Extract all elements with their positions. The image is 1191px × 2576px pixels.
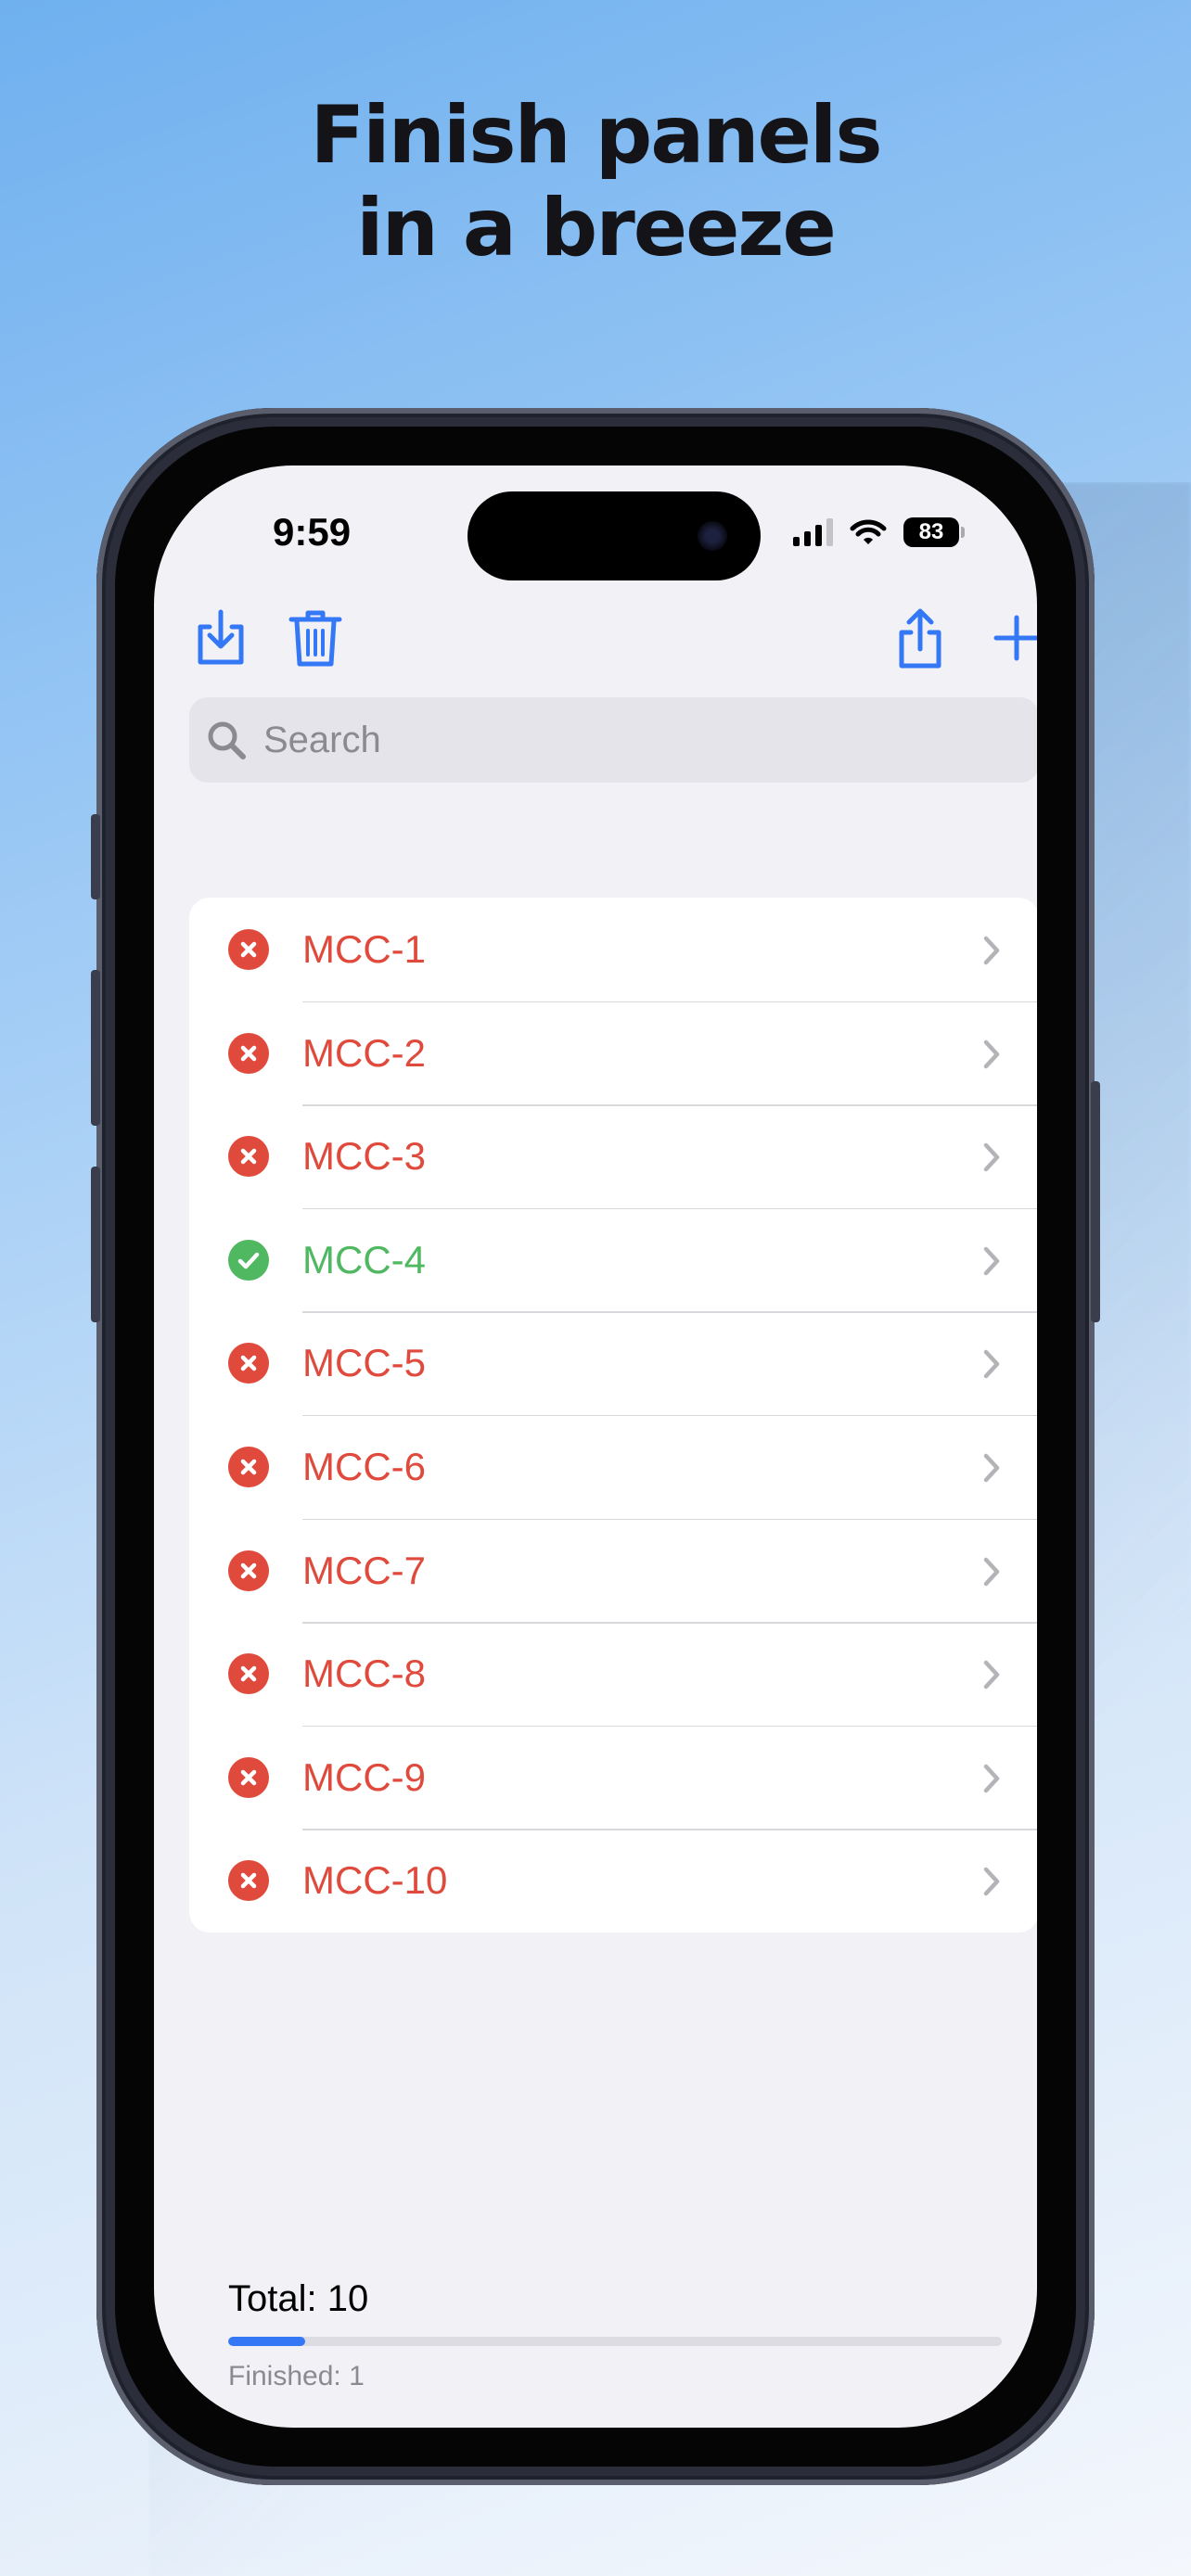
panel-label: MCC-5 (302, 1341, 426, 1385)
xmark-circle-icon (228, 1653, 269, 1695)
tray-arrow-down-icon (198, 609, 244, 665)
panel-label: MCC-10 (302, 1858, 448, 1903)
add-button[interactable] (987, 605, 1037, 671)
chevron-right-icon (983, 1142, 1000, 1172)
status-time: 9:59 (273, 510, 352, 554)
status-indicators: 83 (793, 514, 965, 551)
headline-line-1: Finish panels (310, 89, 882, 182)
import-button[interactable] (191, 605, 250, 671)
chevron-right-icon (983, 1039, 1000, 1068)
xmark-circle-icon (228, 1549, 269, 1591)
xmark-circle-icon (228, 1756, 269, 1798)
list-item[interactable]: MCC-6 (189, 1414, 1037, 1519)
chevron-right-icon (983, 1868, 1000, 1896)
plus-icon (993, 615, 1037, 661)
panel-label: MCC-1 (302, 927, 426, 971)
chevron-right-icon (983, 936, 1000, 965)
xmark-circle-icon (228, 1446, 269, 1487)
chevron-right-icon (983, 1660, 1000, 1690)
chevron-right-icon (983, 1764, 1000, 1792)
checkmark-circle-icon (228, 1239, 269, 1281)
panel-label: MCC-4 (302, 1237, 426, 1282)
list-item[interactable]: MCC-1 (189, 898, 1037, 1001)
cellular-signal-icon (793, 518, 833, 546)
panel-label: MCC-8 (302, 1651, 426, 1696)
panel-label: MCC-9 (302, 1754, 426, 1799)
xmark-circle-icon (228, 1343, 269, 1384)
dynamic-island (467, 491, 761, 580)
action-button (91, 814, 100, 899)
screen: 9:59 83 Search MCC-1 MCC-2 MCC-3 MCC-4 M… (154, 465, 1037, 2428)
panel-list: MCC-1 MCC-2 MCC-3 MCC-4 MCC-5 MCC-6 MCC-7 MCC-8… (189, 898, 1037, 1932)
bezel: 9:59 83 Search MCC-1 MCC-2 MCC-3 MCC-4 M… (115, 427, 1076, 2467)
share-button[interactable] (890, 605, 950, 671)
battery-icon: 83 (903, 517, 965, 547)
headline: Finish panels in a breeze (0, 89, 1191, 274)
search-input[interactable]: Search (189, 697, 1037, 783)
total-count: Total: 10 (228, 2278, 369, 2319)
delete-button[interactable] (286, 605, 345, 671)
power-button (1091, 1081, 1100, 1322)
wifi-icon (850, 519, 887, 544)
headline-line-2: in a breeze (356, 182, 837, 274)
search-placeholder: Search (263, 720, 381, 760)
finished-count: Finished: 1 (228, 2361, 365, 2391)
chevron-right-icon (983, 1350, 1000, 1379)
share-icon (899, 608, 941, 669)
list-item[interactable]: MCC-9 (189, 1725, 1037, 1830)
xmark-circle-icon (228, 929, 269, 970)
search-icon (208, 721, 246, 759)
trash-icon (288, 610, 342, 667)
panel-label: MCC-2 (302, 1030, 426, 1075)
list-item[interactable]: MCC-2 (189, 1001, 1037, 1105)
panel-label: MCC-6 (302, 1444, 426, 1488)
list-item[interactable]: MCC-5 (189, 1311, 1037, 1415)
volume-down-button (91, 1167, 100, 1322)
list-item[interactable]: MCC-4 (189, 1207, 1037, 1312)
chevron-right-icon (983, 1557, 1000, 1586)
xmark-circle-icon (228, 1860, 269, 1902)
chevron-right-icon (983, 1453, 1000, 1483)
list-item[interactable]: MCC-10 (189, 1829, 1037, 1932)
list-item[interactable]: MCC-8 (189, 1622, 1037, 1726)
progress-fill (228, 2337, 306, 2346)
volume-up-button (91, 970, 100, 1126)
progress-bar (228, 2337, 1002, 2346)
list-item[interactable]: MCC-3 (189, 1104, 1037, 1208)
camera-icon (698, 521, 727, 551)
panel-label: MCC-3 (302, 1134, 426, 1179)
chevron-right-icon (983, 1246, 1000, 1276)
phone-frame: 9:59 83 Search MCC-1 MCC-2 MCC-3 MCC-4 M… (91, 408, 1100, 2485)
xmark-circle-icon (228, 1032, 269, 1074)
xmark-circle-icon (228, 1136, 269, 1178)
list-item[interactable]: MCC-7 (189, 1518, 1037, 1623)
panel-label: MCC-7 (302, 1548, 426, 1592)
